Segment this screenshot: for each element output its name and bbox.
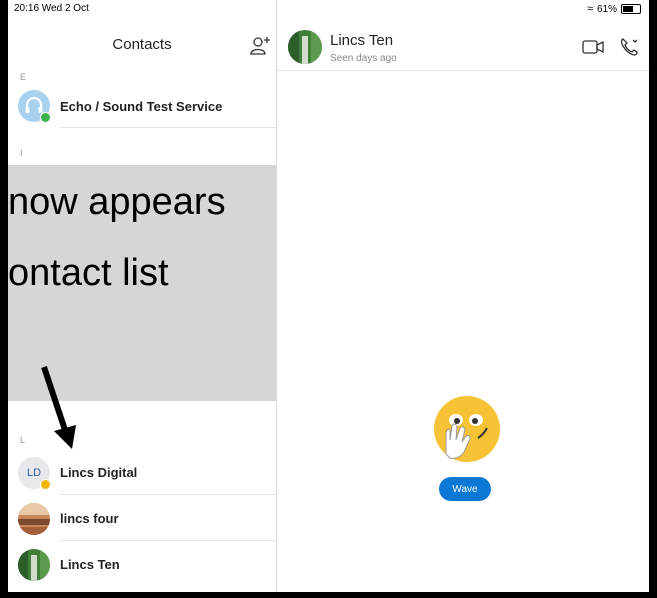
contact-row-lincs-digital[interactable]: LD Lincs Digital [8,451,276,495]
contact-row-lincs-ten[interactable]: Lincs Ten [8,543,276,587]
add-contact-icon[interactable] [248,34,272,58]
audio-call-icon[interactable] [618,36,640,58]
presence-away-icon [40,479,51,490]
contact-row-echo[interactable]: Echo / Sound Test Service [8,84,276,128]
avatar-photo-icon [18,503,50,535]
video-call-icon[interactable] [582,38,604,56]
annotation-text-line2: ontact list [8,252,169,294]
presence-online-icon [40,112,51,123]
divider [60,494,276,495]
chat-pane: Lincs Ten Seen days ago Wave [278,0,649,592]
contact-name: Echo / Sound Test Service [60,99,223,114]
arrow-icon [41,366,76,449]
chat-header: Lincs Ten Seen days ago [278,18,649,71]
wave-button[interactable]: Wave [439,477,491,501]
divider [60,540,276,541]
contact-name: lincs four [60,511,119,526]
section-letter-l: L [20,435,26,445]
chat-contact-status: Seen days ago [330,53,397,64]
contact-name: Lincs Ten [60,557,120,572]
divider [60,127,276,128]
app-window: 20:16 Wed 2 Oct ≈ 61% Contacts E Echo / … [8,0,649,592]
contact-name: Lincs Digital [60,465,138,480]
chat-contact-name[interactable]: Lincs Ten [330,32,393,49]
section-letter-i: I [20,148,23,158]
chat-avatar-icon[interactable] [288,30,322,64]
contacts-pane: Contacts E Echo / Sound Test Service I L… [8,0,277,592]
section-letter-e: E [20,72,27,82]
annotation-text-line1: now appears [8,181,226,223]
contact-row-lincs-four[interactable]: lincs four [8,497,276,541]
wave-emoji-icon [434,396,500,462]
avatar-photo-icon [18,549,50,581]
contacts-title: Contacts [112,36,172,53]
